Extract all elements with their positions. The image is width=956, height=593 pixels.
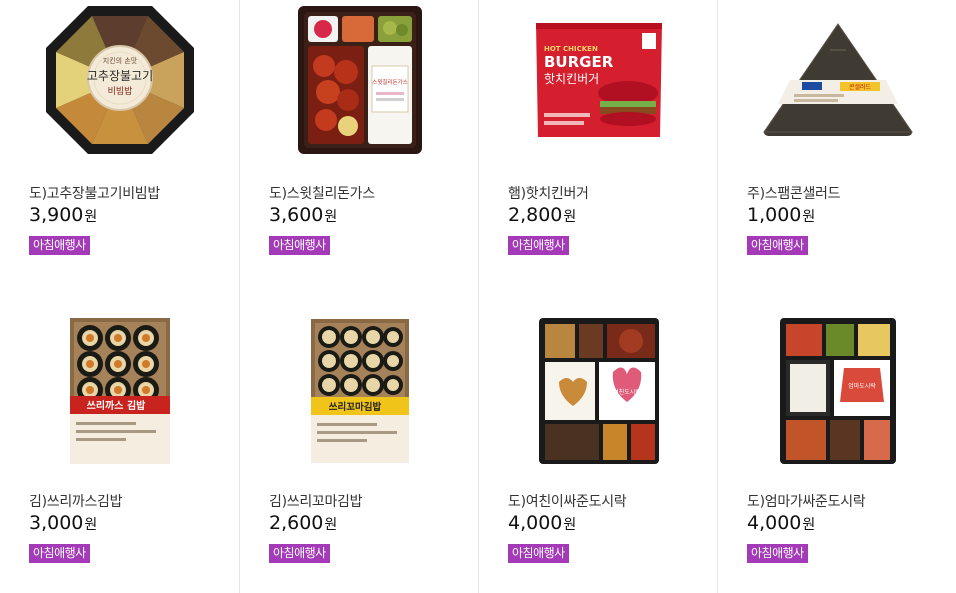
product-price: 2,800원	[508, 204, 577, 226]
product-card[interactable]: 콘샐러드 주)스팸콘샐러드 1,000원 아침애행사	[718, 0, 956, 297]
product-image[interactable]: 콘샐러드	[738, 0, 938, 160]
product-grid: 지킨의 손맛 고추장불고기 비빔밥 도)고추장불고기비빔밥 3,900원 아침애…	[0, 0, 956, 593]
promo-badge: 아침애행사	[269, 236, 330, 255]
product-name[interactable]: 도)고추장불고기비빔밥	[29, 183, 160, 203]
product-price: 2,600원	[269, 512, 338, 534]
product-card[interactable]: 엄마도시락 도)엄마가싸준도시락 4,000원 아침애행사	[718, 297, 956, 593]
product-image[interactable]: 쓰리까스 김밥	[20, 311, 220, 471]
product-image[interactable]: 쓰리꼬마김밥	[260, 311, 460, 471]
promo-badge: 아침애행사	[29, 236, 90, 255]
package-label: 쓰리꼬마김밥	[329, 401, 382, 413]
package-label: 콘샐러드	[849, 83, 872, 91]
package-label-top: HOT CHICKEN	[544, 45, 598, 53]
product-name[interactable]: 주)스팸콘샐러드	[747, 183, 841, 203]
product-price: 4,000원	[508, 512, 577, 534]
product-name[interactable]: 김)쓰리꼬마김밥	[269, 491, 363, 511]
promo-badge: 아침애행사	[508, 236, 569, 255]
promo-badge: 아침애행사	[29, 544, 90, 563]
product-card[interactable]: 여친도시락 도)여친이싸준도시락 4,000원 아침애행사	[479, 297, 718, 593]
product-image[interactable]: HOT CHICKEN BURGER 핫치킨버거	[499, 0, 699, 160]
product-name[interactable]: 도)여친이싸준도시락	[508, 491, 627, 511]
promo-badge: 아침애행사	[269, 544, 330, 563]
package-label: 스윗칠리돈가스	[372, 78, 407, 86]
product-card[interactable]: 스윗칠리돈가스 도)스윗칠리돈가스 3,600원 아침애행사	[240, 0, 479, 297]
product-image[interactable]: 엄마도시락	[738, 311, 938, 471]
package-label: 엄마도시락	[848, 382, 876, 390]
product-price: 3,900원	[29, 204, 98, 226]
product-price: 4,000원	[747, 512, 816, 534]
promo-badge: 아침애행사	[747, 236, 808, 255]
product-card[interactable]: 지킨의 손맛 고추장불고기 비빔밥 도)고추장불고기비빔밥 3,900원 아침애…	[0, 0, 240, 297]
package-sublabel: 비빔밥	[108, 86, 133, 97]
package-label-kr: 핫치킨버거	[544, 72, 599, 86]
svg-text:지킨의 손맛: 지킨의 손맛	[103, 56, 138, 65]
product-card[interactable]: 쓰리까스 김밥 김)쓰리까스김밥 3,000원 아침애행사	[0, 297, 240, 593]
package-label: 쓰리까스 김밥	[87, 399, 146, 412]
product-name[interactable]: 도)엄마가싸준도시락	[747, 491, 866, 511]
product-image[interactable]: 스윗칠리돈가스	[260, 0, 460, 160]
product-name[interactable]: 햄)핫치킨버거	[508, 183, 589, 203]
promo-badge: 아침애행사	[508, 544, 569, 563]
product-name[interactable]: 도)스윗칠리돈가스	[269, 183, 375, 203]
package-label: 고추장불고기	[87, 69, 153, 83]
product-price: 1,000원	[747, 204, 816, 226]
product-image[interactable]: 여친도시락	[499, 311, 699, 471]
product-card[interactable]: 쓰리꼬마김밥 김)쓰리꼬마김밥 2,600원 아침애행사	[240, 297, 479, 593]
package-label-mid: BURGER	[544, 53, 614, 71]
product-image[interactable]: 지킨의 손맛 고추장불고기 비빔밥	[20, 0, 220, 160]
product-card[interactable]: HOT CHICKEN BURGER 핫치킨버거 햄)핫치킨버거 2,800원 …	[479, 0, 718, 297]
promo-badge: 아침애행사	[747, 544, 808, 563]
product-price: 3,600원	[269, 204, 338, 226]
package-label: 여친도시락	[613, 388, 641, 396]
product-price: 3,000원	[29, 512, 98, 534]
product-name[interactable]: 김)쓰리까스김밥	[29, 491, 123, 511]
